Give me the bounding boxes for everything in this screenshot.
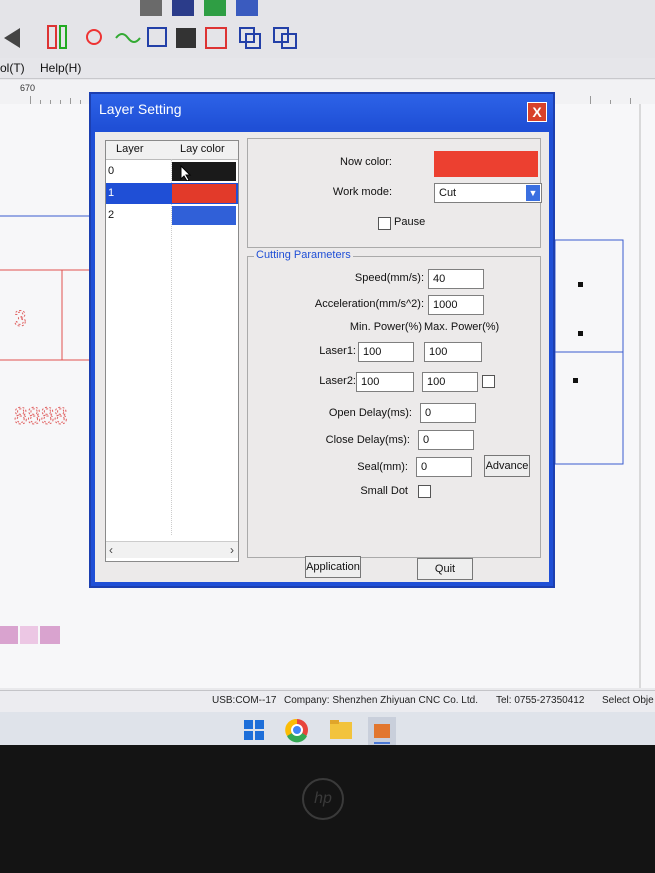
top-toolbar: [0, 0, 655, 18]
status-tel: Tel: 0755-27350412: [496, 695, 585, 706]
work-mode-value: Cut: [439, 187, 457, 199]
pause-label: Pause: [394, 216, 426, 228]
taskbar-icons[interactable]: [0, 712, 655, 745]
dialog-title: Layer Setting: [99, 101, 182, 117]
now-color-label: Now color:: [340, 156, 392, 168]
bar-tool-icon: [47, 25, 57, 49]
application-button[interactable]: Application: [305, 556, 361, 578]
min-power-header: Min. Power(%): [349, 321, 422, 333]
menubar: ol(T) Help(H): [0, 58, 655, 79]
close-delay-label: Close Delay(ms):: [325, 434, 410, 446]
hp-logo: hp: [302, 778, 344, 820]
drawing-toolbar: [0, 18, 655, 58]
layer-row-selected[interactable]: 1: [106, 183, 238, 204]
work-mode-select[interactable]: Cut ▼: [434, 183, 542, 203]
pause-checkbox[interactable]: [378, 217, 391, 230]
rect-tool-icon: [147, 27, 167, 47]
advance-button[interactable]: Advance: [484, 455, 530, 477]
laser1-max-input[interactable]: 100: [424, 342, 482, 362]
laser2-enable-checkbox[interactable]: [482, 375, 495, 388]
cutting-parameters-legend: Cutting Parameters: [254, 249, 353, 261]
green-tool-icon[interactable]: [204, 0, 226, 16]
grid-align-icon: [176, 28, 196, 48]
screen: ol(T) Help(H) 670 600 3 8888: [0, 0, 655, 745]
small-dot-label: Small Dot: [360, 485, 408, 497]
ruler-label: 670: [20, 83, 36, 93]
dialog-client: Layer Lay color 0 1 2 ‹ › Now color: Wor…: [95, 132, 549, 582]
horizontal-scrollbar[interactable]: ‹ ›: [106, 541, 238, 558]
curve-tool-icon: [115, 33, 141, 43]
layer-color-swatch[interactable]: [172, 162, 236, 181]
status-bar: USB:COM--17 Company: Shenzhen Zhiyuan CN…: [0, 690, 655, 713]
layer-row[interactable]: 2: [106, 205, 238, 226]
layer-setting-dialog: Layer Setting X Layer Lay color 0 1 2 ‹ …: [89, 92, 555, 588]
seal-input[interactable]: 0: [416, 457, 472, 477]
layer-row[interactable]: 0: [106, 161, 238, 182]
grid-tool-icon[interactable]: [172, 0, 194, 16]
layer-number: 0: [108, 165, 115, 177]
taskbar: [0, 712, 655, 745]
acceleration-label: Acceleration(mm/s^2):: [314, 298, 424, 310]
layer-color-swatch[interactable]: [172, 184, 236, 203]
arrow-tool-icon: [4, 28, 20, 48]
laser2-max-input[interactable]: 100: [422, 372, 478, 392]
laser2-min-input[interactable]: 100: [356, 372, 414, 392]
status-company: Company: Shenzhen Zhiyuan CNC Co. Ltd.: [284, 695, 478, 706]
array-tool-icon: [205, 27, 227, 49]
scroll-left-icon[interactable]: ‹: [109, 543, 113, 557]
cutting-parameters-frame: Cutting Parameters Speed(mm/s): 40 Accel…: [247, 249, 541, 558]
laser-app-icon: [368, 717, 396, 745]
chevron-down-icon[interactable]: ▼: [526, 185, 540, 201]
layer-number: 1: [108, 187, 115, 199]
now-color-swatch[interactable]: [434, 151, 538, 177]
acceleration-input[interactable]: 1000: [428, 295, 484, 315]
laser2-label: Laser2:: [319, 375, 356, 387]
color-mode-frame: Now color: Work mode: Cut ▼ Pause: [247, 138, 542, 248]
header-layer[interactable]: Layer: [116, 143, 144, 155]
speed-input[interactable]: 40: [428, 269, 484, 289]
menu-help[interactable]: Help(H): [40, 61, 81, 75]
status-port: USB:COM--17: [212, 695, 277, 706]
windows-start-icon: [244, 720, 264, 740]
layer-list-header: Layer Lay color: [106, 141, 238, 160]
close-button[interactable]: X: [527, 102, 547, 122]
laser1-label: Laser1:: [319, 345, 356, 357]
open-delay-label: Open Delay(ms):: [328, 407, 412, 419]
close-delay-input[interactable]: 0: [418, 430, 474, 450]
layer-number: 2: [108, 209, 115, 221]
layer-list[interactable]: Layer Lay color 0 1 2 ‹ ›: [105, 140, 239, 562]
speed-label: Speed(mm/s):: [354, 272, 424, 284]
header-lay-color[interactable]: Lay color: [180, 143, 225, 155]
chrome-icon: [285, 718, 308, 743]
svg-text:3: 3: [14, 306, 26, 331]
dialog-title-bar[interactable]: Layer Setting X: [91, 94, 553, 128]
circle-tool-icon: [86, 29, 102, 45]
quit-button[interactable]: Quit: [417, 558, 473, 580]
drawing-tool-icons[interactable]: [0, 18, 655, 58]
laser1-min-input[interactable]: 100: [358, 342, 414, 362]
seal-label: Seal(mm):: [357, 461, 408, 473]
menu-tools[interactable]: ol(T): [0, 61, 25, 75]
file-explorer-icon: [330, 720, 352, 739]
transfer-tool-icon[interactable]: [236, 0, 258, 16]
tool-icon[interactable]: [140, 0, 162, 16]
open-delay-input[interactable]: 0: [420, 403, 476, 423]
small-dot-checkbox[interactable]: [418, 485, 431, 498]
status-select: Select Obje: [602, 695, 654, 706]
work-mode-label: Work mode:: [332, 186, 392, 198]
layer-color-swatch[interactable]: [172, 206, 236, 225]
max-power-header: Max. Power(%): [424, 321, 500, 333]
svg-text:8888: 8888: [14, 403, 67, 430]
mouse-cursor-icon: [180, 165, 192, 181]
scroll-right-icon[interactable]: ›: [230, 543, 234, 557]
